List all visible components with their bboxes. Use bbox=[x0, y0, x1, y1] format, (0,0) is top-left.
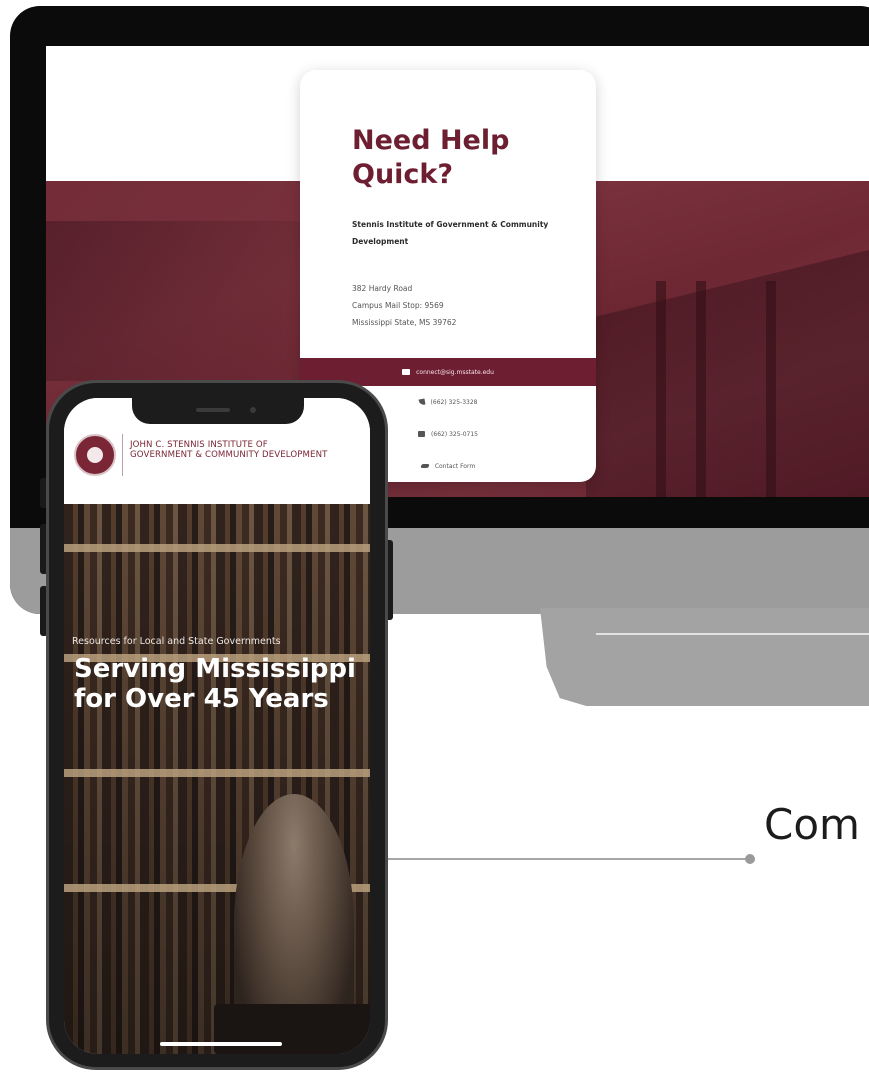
contact-form-icon bbox=[420, 464, 430, 468]
monitor-stand-edge bbox=[596, 633, 869, 635]
address-line: Campus Mail Stop: 9569 bbox=[352, 301, 444, 310]
fax-icon bbox=[418, 431, 426, 437]
bookshelf-shelf bbox=[64, 769, 370, 777]
phone-screen: JOHN C. STENNIS INSTITUTE OF GOVERNMENT … bbox=[64, 398, 370, 1054]
hero-pillar bbox=[696, 281, 706, 497]
camera-icon bbox=[250, 407, 256, 413]
hero-building-roof bbox=[586, 241, 869, 497]
connector-line bbox=[380, 858, 750, 860]
hero-headline: Serving Mississippi for Over 45 Years bbox=[74, 654, 356, 714]
bookshelf-shelf bbox=[64, 544, 370, 552]
help-card-org: Stennis Institute of Government & Commun… bbox=[352, 220, 549, 246]
connector-dot bbox=[745, 854, 755, 864]
institute-name[interactable]: JOHN C. STENNIS INSTITUTE OF GOVERNMENT … bbox=[130, 440, 370, 460]
address-line: 382 Hardy Road bbox=[352, 284, 413, 293]
hero-kicker: Resources for Local and State Government… bbox=[72, 636, 281, 647]
hero-tree-shade bbox=[46, 221, 306, 381]
email-text: connect@sig.msstate.edu bbox=[416, 368, 494, 376]
hero-pillar bbox=[766, 281, 776, 497]
help-card-title: Need Help Quick? bbox=[352, 125, 510, 190]
phone-text: (662) 325-3328 bbox=[430, 398, 478, 406]
institute-name-line: JOHN C. STENNIS INSTITUTE OF bbox=[130, 440, 268, 450]
contact-form-text: Contact Form bbox=[434, 462, 476, 470]
help-card-address: 382 Hardy Road Campus Mail Stop: 9569 Mi… bbox=[352, 280, 552, 331]
logo-seal-icon bbox=[87, 447, 103, 463]
phone-icon bbox=[418, 398, 426, 406]
fax-text: (662) 325-0715 bbox=[431, 430, 478, 438]
institute-logo[interactable] bbox=[74, 434, 116, 476]
bust-pedestal bbox=[214, 1004, 370, 1054]
header-divider bbox=[122, 434, 123, 476]
address-line: Mississippi State, MS 39762 bbox=[352, 318, 457, 327]
monitor-stand bbox=[540, 608, 869, 706]
home-indicator bbox=[160, 1042, 282, 1046]
hero-pillar bbox=[656, 281, 666, 497]
mail-icon bbox=[402, 369, 411, 375]
phone-hero-image bbox=[64, 504, 370, 1054]
institute-name-line: GOVERNMENT & COMMUNITY DEVELOPMENT bbox=[130, 450, 328, 460]
phone-speaker bbox=[196, 408, 230, 412]
caption-text: Com bbox=[764, 800, 860, 849]
phone-notch bbox=[132, 398, 304, 424]
